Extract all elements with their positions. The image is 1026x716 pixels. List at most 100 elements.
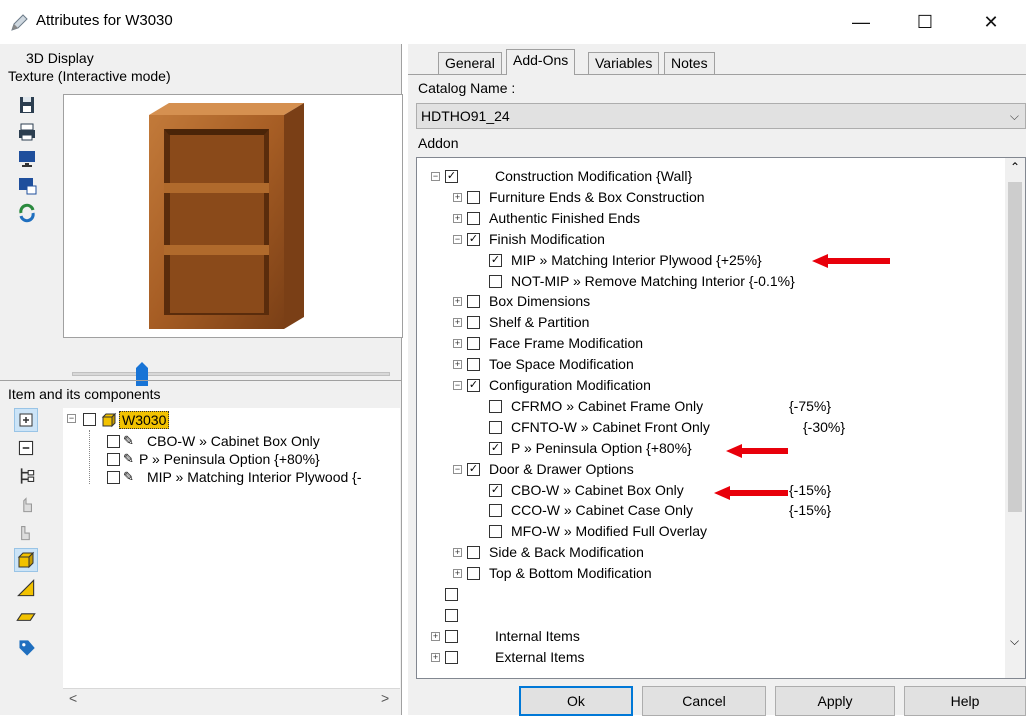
chevron-down-icon: ⌵ — [1009, 109, 1019, 123]
tab-variables[interactable]: Variables — [588, 52, 660, 74]
apply-button[interactable]: Apply — [775, 686, 895, 716]
refresh-icon[interactable] — [16, 202, 38, 224]
check-icon: ✓ — [490, 483, 501, 496]
hierarchy-icon[interactable] — [14, 464, 38, 488]
addon-checkbox[interactable]: ✓ — [489, 483, 502, 497]
component-view-button[interactable] — [14, 548, 38, 572]
addon-price: {-15%} — [789, 481, 832, 498]
zoom-slider-track[interactable] — [72, 372, 390, 376]
expand-all-button[interactable] — [14, 408, 38, 432]
tree-guide — [89, 430, 90, 484]
tree-root-label[interactable]: W3030 — [119, 411, 170, 429]
tab-add-ons[interactable]: Add-Ons — [506, 49, 576, 75]
root-checkbox[interactable] — [83, 413, 96, 426]
addon-checkbox[interactable] — [467, 295, 480, 309]
horizontal-scrollbar[interactable]: < > — [63, 688, 400, 710]
addon-label: NOT-MIP » Remove Matching Interior {-0.1… — [511, 272, 795, 289]
scroll-down-icon[interactable]: ⌵ — [1010, 634, 1019, 649]
addon-checkbox[interactable]: ✓ — [467, 232, 480, 246]
addon-checkbox[interactable] — [489, 274, 502, 288]
expand-toggle[interactable]: + — [453, 297, 462, 307]
addon-checkbox[interactable] — [445, 588, 458, 601]
divider — [0, 380, 402, 381]
tree-child-2[interactable]: ✎ P » Peninsula Option {+80%} — [107, 450, 407, 470]
collapse-toggle[interactable]: − — [431, 172, 440, 181]
scroll-thumb[interactable] — [1008, 182, 1022, 512]
expand-toggle[interactable]: + — [431, 652, 440, 662]
addon-label: Furniture Ends & Box Construction — [489, 188, 705, 205]
3d-viewport[interactable] — [63, 94, 403, 338]
child-checkbox[interactable] — [107, 453, 120, 466]
minimize-button[interactable]: — — [836, 0, 886, 44]
collapse-toggle[interactable]: − — [453, 464, 462, 474]
close-button[interactable]: ✕ — [966, 0, 1016, 44]
tab-general[interactable]: General — [438, 52, 502, 74]
addon-tree[interactable]: − ✓ Construction Modification {Wall} + Furni… — [416, 157, 1026, 679]
catalog-select[interactable]: HDTHO91_24 ⌵ — [416, 103, 1026, 129]
panel-icon[interactable] — [14, 604, 38, 628]
addon-label: Authentic Finished Ends — [489, 209, 640, 226]
addon-checkbox[interactable] — [445, 650, 458, 664]
vertical-scrollbar[interactable]: ⌃ ⌵ — [1005, 158, 1025, 678]
zoom-slider-thumb[interactable] — [134, 362, 150, 386]
hand-pointer-icon[interactable] — [14, 492, 38, 516]
expand-toggle[interactable]: + — [453, 569, 462, 579]
tab-divider — [408, 74, 1026, 75]
drawing-icon[interactable] — [14, 576, 38, 600]
tag-icon[interactable] — [14, 636, 38, 660]
addon-checkbox[interactable] — [467, 337, 480, 351]
expand-toggle[interactable]: + — [453, 192, 462, 202]
display-group-label: 3D Display — [26, 50, 94, 66]
components-tree[interactable]: − W3030 ✎ CBO-W » Cabinet Box Only ✎ P »… — [63, 408, 400, 688]
addon-checkbox[interactable]: ✓ — [467, 462, 480, 476]
collapse-icon[interactable] — [14, 436, 38, 460]
expand-toggle[interactable]: + — [453, 548, 462, 558]
addon-checkbox[interactable] — [467, 190, 480, 204]
scroll-left-icon[interactable]: < — [69, 690, 77, 706]
addon-checkbox[interactable]: ✓ — [489, 253, 502, 267]
tree-child-1[interactable]: ✎ CBO-W » Cabinet Box Only — [107, 432, 407, 452]
window-export-icon[interactable] — [16, 175, 38, 197]
addon-checkbox[interactable] — [467, 358, 480, 372]
tree-collapse-toggle[interactable]: − — [67, 414, 76, 423]
child-checkbox[interactable] — [107, 435, 120, 448]
addon-checkbox[interactable] — [467, 211, 480, 225]
addon-checkbox[interactable]: ✓ — [489, 441, 502, 455]
addon-checkbox[interactable] — [467, 316, 480, 330]
addon-checkbox[interactable] — [445, 608, 458, 622]
expand-toggle[interactable]: + — [431, 631, 440, 641]
child-checkbox[interactable] — [107, 471, 120, 484]
maximize-button[interactable]: ☐ — [900, 0, 950, 44]
collapse-toggle[interactable]: − — [453, 234, 462, 244]
help-button[interactable]: Help — [904, 686, 1026, 716]
addon-checkbox[interactable] — [489, 399, 502, 413]
addon-checkbox[interactable]: ✓ — [445, 170, 458, 183]
collapse-toggle[interactable]: − — [453, 381, 462, 390]
scroll-right-icon[interactable]: > — [381, 690, 389, 706]
hand-pointer-alt-icon[interactable] — [14, 520, 38, 544]
addon-price: {-30%} — [803, 418, 846, 435]
addon-checkbox[interactable] — [445, 629, 458, 643]
ok-button[interactable]: Ok — [519, 686, 633, 716]
expand-toggle[interactable]: + — [453, 360, 462, 370]
print-icon[interactable] — [16, 121, 38, 143]
expand-toggle[interactable]: + — [453, 318, 462, 328]
save-icon[interactable] — [16, 94, 38, 116]
addon-checkbox[interactable] — [489, 504, 502, 518]
check-icon: ✓ — [468, 232, 479, 245]
addon-checkbox[interactable] — [489, 420, 502, 434]
monitor-icon[interactable] — [16, 148, 38, 170]
addon-checkbox[interactable] — [467, 567, 480, 581]
expand-toggle[interactable]: + — [453, 339, 462, 349]
right-panel: General Add-Ons Variables Notes Catalog … — [408, 44, 1026, 716]
scroll-up-icon[interactable]: ⌃ — [1010, 160, 1020, 174]
expand-toggle[interactable]: + — [453, 213, 462, 223]
addon-tree-rows: − ✓ Construction Modification {Wall} + Furni… — [417, 166, 1003, 676]
addon-checkbox[interactable]: ✓ — [467, 379, 480, 392]
tab-notes[interactable]: Notes — [664, 52, 715, 74]
addon-checkbox[interactable] — [489, 525, 502, 539]
tree-child-3[interactable]: ✎ MIP » Matching Interior Plywood {- — [107, 468, 397, 488]
display-toolbar — [16, 94, 44, 229]
cancel-button[interactable]: Cancel — [642, 686, 766, 716]
addon-checkbox[interactable] — [467, 546, 480, 560]
